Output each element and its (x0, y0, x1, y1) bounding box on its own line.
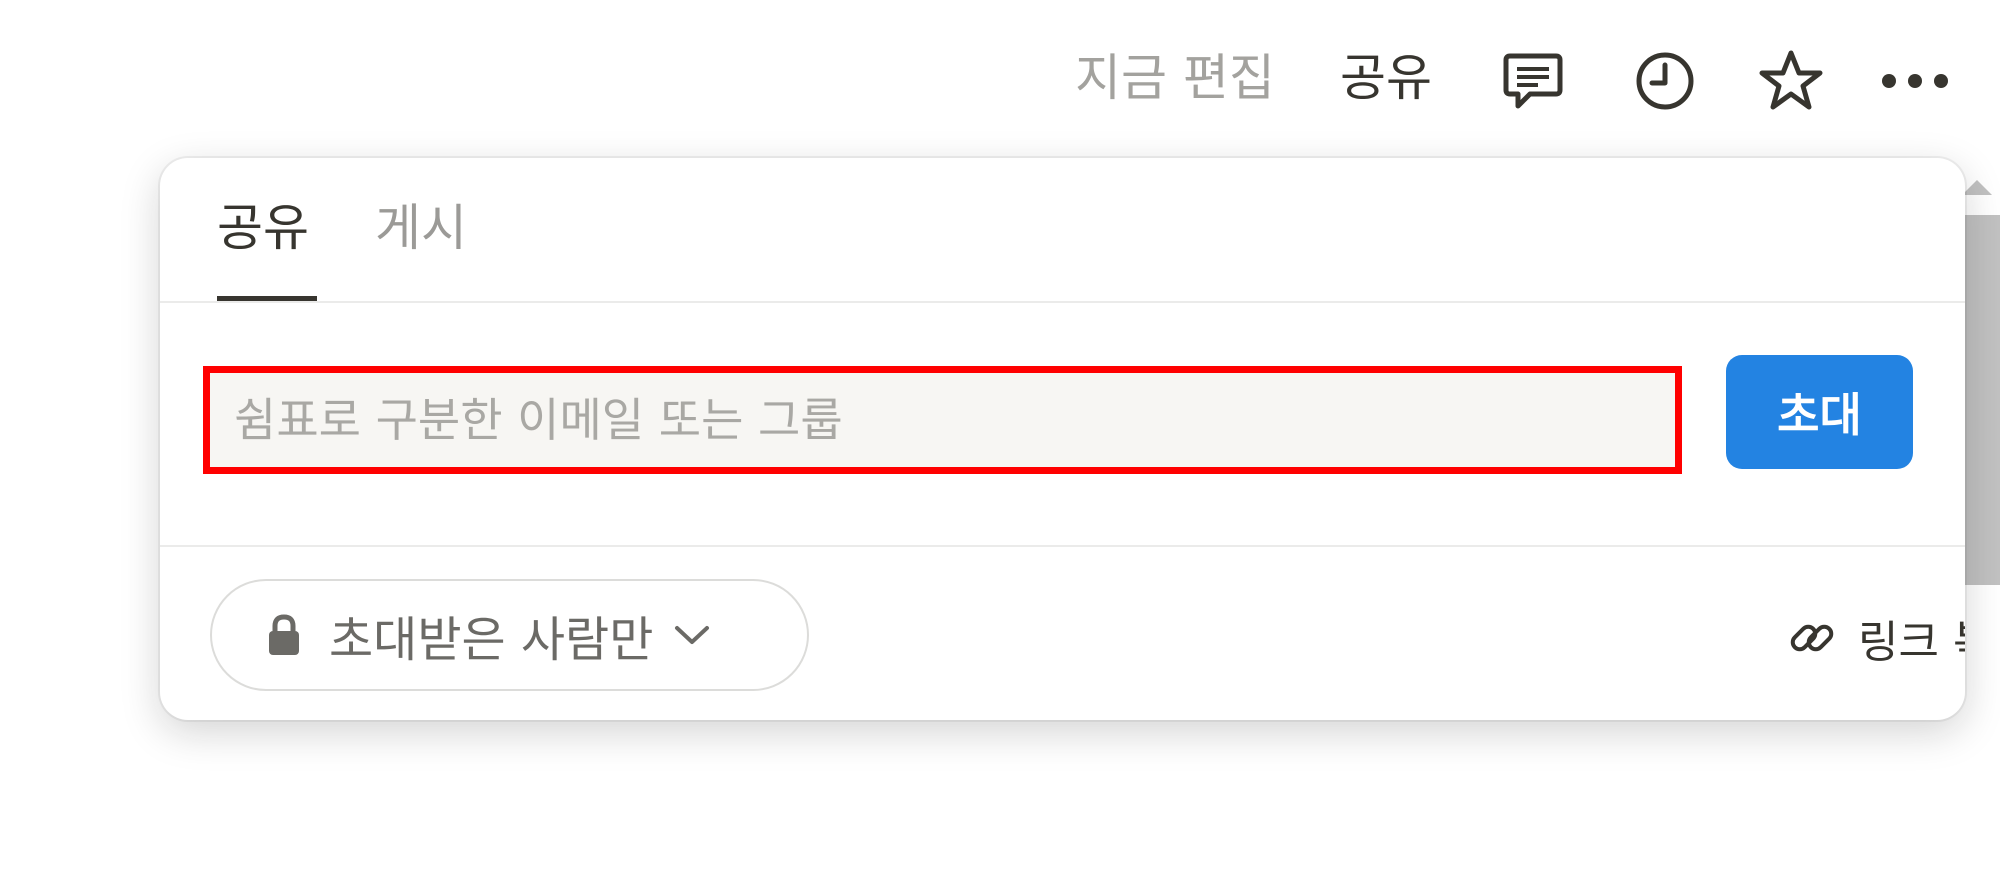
link-icon (1790, 624, 1834, 652)
access-level-dropdown[interactable]: 초대받은 사람만 (210, 579, 809, 691)
share-popup: 공유 게시 초대 초대받은 사람만 링크 복사 (160, 158, 1965, 720)
tab-share[interactable]: 공유 (217, 196, 309, 260)
comment-icon[interactable] (1500, 48, 1566, 114)
invite-email-input[interactable] (203, 366, 1682, 474)
tab-publish[interactable]: 게시 (375, 196, 467, 260)
history-clock-icon[interactable] (1632, 48, 1698, 114)
lock-icon (269, 614, 299, 655)
invite-button[interactable]: 초대 (1726, 355, 1913, 469)
section-divider (160, 545, 1965, 547)
scrollbar-up-arrow[interactable] (1962, 180, 1992, 195)
share-button[interactable]: 공유 (1340, 48, 1432, 108)
share-tabs: 공유 게시 (160, 158, 1965, 303)
last-edited-label: 지금 편집 (1075, 49, 1275, 107)
chevron-down-icon (675, 626, 710, 644)
more-dots-icon[interactable] (1880, 48, 1950, 114)
copy-link-button[interactable]: 링크 복사 (1788, 605, 1965, 671)
copy-link-label: 링크 복사 (1858, 617, 1965, 668)
favorite-star-icon[interactable] (1758, 48, 1824, 114)
active-tab-indicator (217, 296, 317, 301)
access-level-label: 초대받은 사람만 (329, 612, 654, 668)
scrollbar-thumb[interactable] (1962, 215, 2000, 585)
page: 지금 편집 공유 공유 게시 쉼표로 구분한 이메일 또는 그룹 초대 초대받은… (0, 0, 2000, 879)
